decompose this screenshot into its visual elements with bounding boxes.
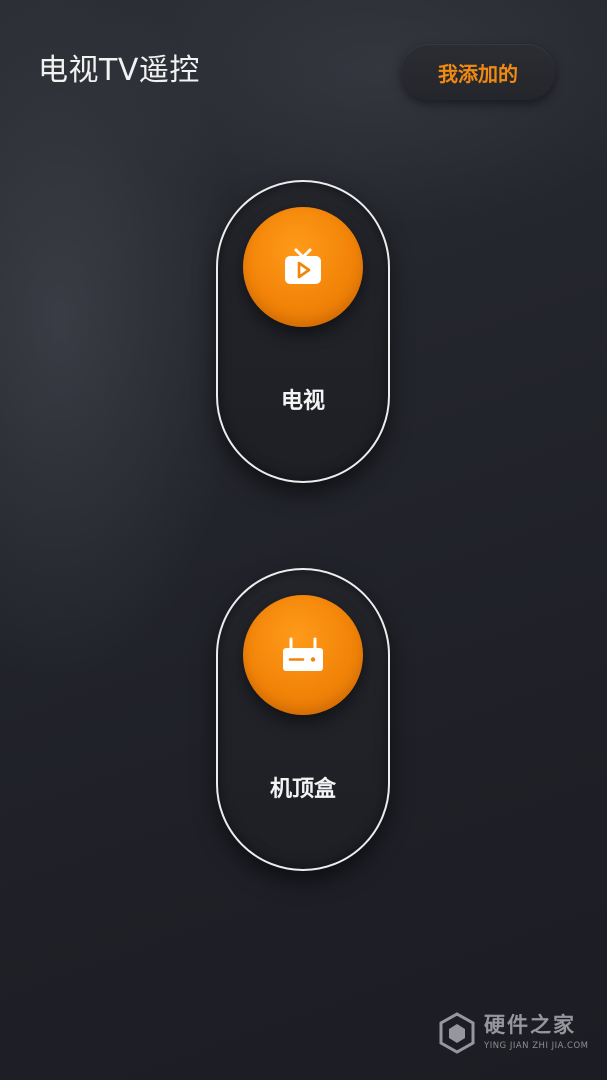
set-top-box-icon xyxy=(283,637,323,671)
tv-icon xyxy=(285,248,321,284)
device-label-set-top-box: 机顶盒 xyxy=(269,777,336,802)
app-title: 电视TV遥控 xyxy=(38,53,200,88)
device-label-tv: 电视 xyxy=(280,389,325,414)
watermark: 硬件之家 YING JIAN ZHI JIA.COM xyxy=(438,1010,598,1058)
watermark-url: YING JIAN ZHI JIA.COM xyxy=(484,1041,589,1051)
watermark-name: 硬件之家 xyxy=(484,1013,576,1037)
my-added-button[interactable]: 我添加的 xyxy=(401,44,555,100)
hexagon-logo-icon xyxy=(439,1012,475,1054)
device-card-tv[interactable]: 电视 xyxy=(216,180,390,483)
set-top-box-icon-circle xyxy=(243,595,363,715)
tv-icon-circle xyxy=(243,207,363,327)
device-card-set-top-box[interactable]: 机顶盒 xyxy=(216,568,390,871)
